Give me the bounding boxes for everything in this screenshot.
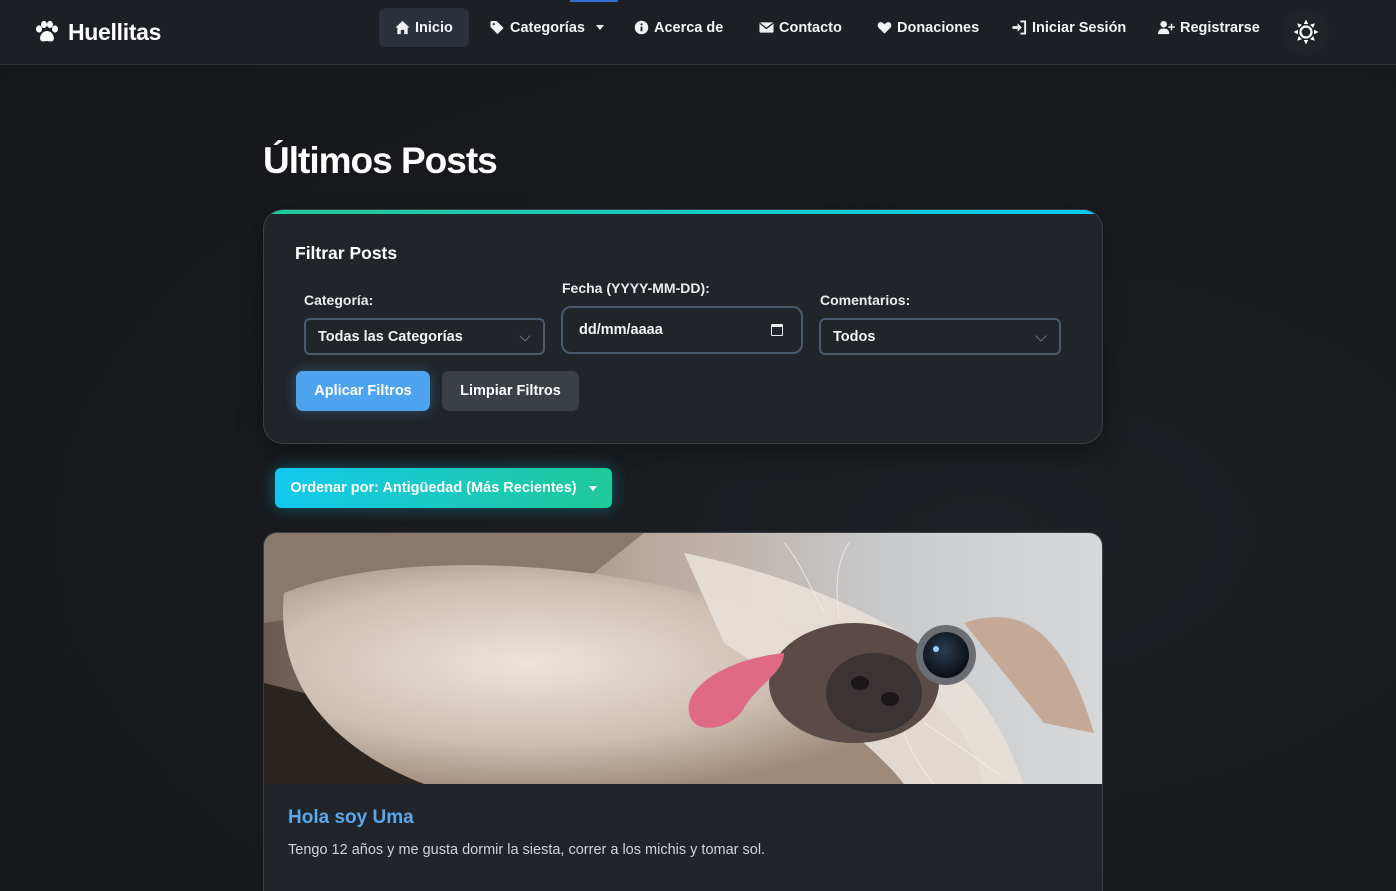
filter-card: Filtrar Posts Categoría: Todas las Categ… bbox=[263, 209, 1103, 444]
nav-label: Iniciar Sesión bbox=[1032, 19, 1127, 36]
navbar: Huellitas Inicio Categorías Acerca de Co… bbox=[0, 0, 1396, 65]
page-title: Últimos Posts bbox=[263, 140, 498, 181]
brand-name: Huellitas bbox=[68, 18, 162, 45]
clear-filters-button[interactable]: Limpiar Filtros bbox=[442, 371, 579, 411]
nav-label: Contacto bbox=[779, 19, 842, 36]
nav-item-registrarse[interactable]: Registrarse bbox=[1142, 8, 1276, 47]
nav-active-indicator bbox=[570, 0, 618, 2]
apply-filters-button[interactable]: Aplicar Filtros bbox=[296, 371, 430, 411]
nav-label: Registrarse bbox=[1180, 19, 1260, 36]
category-label: Categoría: bbox=[304, 292, 374, 308]
date-label: Fecha (YYYY-MM-DD): bbox=[562, 280, 710, 296]
category-select[interactable]: Todas las Categorías bbox=[304, 318, 545, 355]
sort-dropdown-button[interactable]: Ordenar por: Antigüedad (Más Recientes) bbox=[275, 468, 612, 508]
nav-item-donaciones[interactable]: Donaciones bbox=[861, 8, 995, 47]
brand-logo[interactable]: Huellitas bbox=[34, 17, 161, 47]
post-image[interactable] bbox=[264, 533, 1103, 784]
comments-select[interactable]: Todos bbox=[819, 318, 1061, 355]
nav-label: Acerca de bbox=[654, 19, 724, 36]
nav-item-iniciar-sesion[interactable]: Iniciar Sesión bbox=[996, 8, 1142, 47]
sort-label: Ordenar por: Antigüedad (Más Recientes) bbox=[290, 480, 577, 496]
post-title[interactable]: Hola soy Uma bbox=[288, 807, 414, 829]
nav-item-categorias[interactable]: Categorías bbox=[474, 8, 620, 47]
chevron-down-icon bbox=[519, 330, 531, 342]
post-excerpt: Tengo 12 años y me gusta dormir la siest… bbox=[288, 842, 766, 858]
sun-icon bbox=[1293, 19, 1319, 45]
calendar-icon[interactable] bbox=[771, 324, 783, 336]
nav-label: Donaciones bbox=[897, 19, 980, 36]
date-input[interactable]: dd/mm/aaaa bbox=[561, 306, 803, 354]
post-card[interactable]: Hola soy Uma Tengo 12 años y me gusta do… bbox=[263, 532, 1103, 891]
home-icon bbox=[395, 20, 410, 35]
theme-toggle-button[interactable] bbox=[1283, 9, 1329, 55]
comments-select-value: Todos bbox=[833, 328, 876, 345]
nav-label: Categorías bbox=[510, 19, 585, 36]
chevron-down-icon bbox=[1035, 330, 1047, 342]
user-plus-icon bbox=[1158, 20, 1175, 35]
info-circle-icon bbox=[634, 20, 649, 35]
envelope-icon bbox=[759, 22, 774, 33]
sign-in-icon bbox=[1012, 20, 1027, 35]
chevron-down-icon bbox=[595, 25, 604, 30]
tags-icon bbox=[490, 20, 504, 35]
nav-item-acerca[interactable]: Acerca de bbox=[618, 8, 739, 47]
filter-card-accent-bar bbox=[264, 210, 1102, 214]
date-input-placeholder: dd/mm/aaaa bbox=[579, 322, 663, 338]
nav-item-contacto[interactable]: Contacto bbox=[743, 8, 858, 47]
comments-label: Comentarios: bbox=[820, 292, 911, 308]
paw-icon bbox=[36, 20, 58, 42]
category-select-value: Todas las Categorías bbox=[318, 328, 463, 345]
nav-label: Inicio bbox=[415, 19, 453, 36]
filter-title: Filtrar Posts bbox=[295, 243, 398, 263]
nav-item-inicio[interactable]: Inicio bbox=[379, 8, 469, 47]
chevron-down-icon bbox=[588, 485, 597, 491]
heart-icon bbox=[877, 22, 892, 34]
